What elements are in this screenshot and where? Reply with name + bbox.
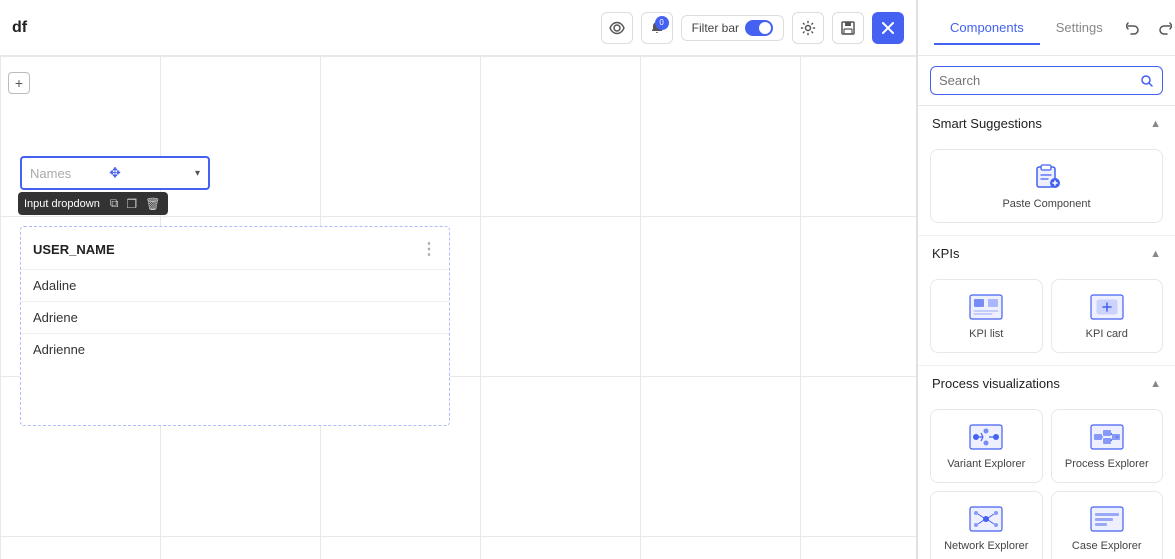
notification-badge: 0	[655, 16, 669, 30]
kpi-list-label: KPI list	[969, 328, 1003, 340]
network-explorer-icon	[968, 504, 1004, 534]
network-explorer-label: Network Explorer	[944, 540, 1028, 552]
add-component-button[interactable]: +	[8, 72, 30, 94]
case-explorer-label: Case Explorer	[1072, 540, 1142, 552]
dropdown-component: ✥ Names ▾ Input dropdown ⧉ ❐ 🗑	[20, 156, 210, 190]
toolbar-copy-icon[interactable]: ⧉	[108, 194, 121, 213]
kpi-card-label: KPI card	[1086, 328, 1128, 340]
panel-redo-button[interactable]	[1151, 14, 1175, 42]
move-cursor-icon: ✥	[109, 165, 121, 182]
process-viz-label: Process visualizations	[932, 376, 1060, 391]
network-explorer-card[interactable]: Network Explorer	[930, 491, 1043, 559]
process-viz-grid: Variant Explorer	[930, 409, 1163, 559]
kpi-list-card[interactable]: KPI list	[930, 279, 1043, 353]
variant-explorer-card[interactable]: Variant Explorer	[930, 409, 1043, 483]
column-header: USER_NAME	[33, 242, 115, 257]
close-button[interactable]	[872, 12, 904, 44]
canvas-title: df	[12, 19, 27, 37]
toolbar-component-label: Input dropdown	[24, 198, 100, 210]
variant-explorer-label: Variant Explorer	[947, 458, 1025, 470]
dropdown-toolbar: Input dropdown ⧉ ❐ 🗑	[18, 192, 168, 215]
right-panel: Components Settings	[917, 0, 1175, 559]
kpis-grid: KPI list KPI card	[930, 279, 1163, 353]
data-table-header: USER_NAME ⋮	[21, 239, 449, 269]
smart-suggestions-label: Smart Suggestions	[932, 116, 1042, 131]
case-explorer-card[interactable]: Case Explorer	[1051, 491, 1164, 559]
settings-button[interactable]	[792, 12, 824, 44]
section-process-viz: Process visualizations ▲	[918, 366, 1175, 559]
process-explorer-icon	[1089, 422, 1125, 452]
variant-explorer-icon	[968, 422, 1004, 452]
table-row: Adriene	[21, 301, 449, 333]
kpis-content: KPI list KPI card	[918, 271, 1175, 365]
kpi-card-icon	[1089, 292, 1125, 322]
chevron-up-icon: ▲	[1150, 248, 1161, 260]
search-container	[918, 56, 1175, 106]
smart-suggestions-header[interactable]: Smart Suggestions ▲	[918, 106, 1175, 141]
search-icon	[1140, 74, 1154, 88]
panel-tabs: Components Settings	[934, 12, 1119, 44]
smart-suggestions-grid: Paste Component	[930, 149, 1163, 223]
table-row: Adaline	[21, 269, 449, 301]
tab-components[interactable]: Components	[934, 12, 1040, 45]
process-explorer-label: Process Explorer	[1065, 458, 1149, 470]
kpis-label: KPIs	[932, 246, 959, 261]
canvas-content: + ✥ Names ▾ Input dropdown ⧉ ❐ 🗑 USER_NA…	[0, 56, 916, 559]
search-input[interactable]	[939, 73, 1134, 88]
process-viz-content: Variant Explorer	[918, 401, 1175, 559]
data-table: USER_NAME ⋮ Adaline Adriene Adrienne	[20, 226, 450, 426]
process-explorer-card[interactable]: Process Explorer	[1051, 409, 1164, 483]
panel-undo-button[interactable]	[1119, 14, 1147, 42]
more-options-icon[interactable]: ⋮	[421, 239, 437, 259]
smart-suggestions-content: Paste Component	[918, 141, 1175, 235]
case-explorer-icon	[1089, 504, 1125, 534]
panel-header: Components Settings	[918, 0, 1175, 56]
kpi-card-card[interactable]: KPI card	[1051, 279, 1164, 353]
toolbar-delete-icon[interactable]: 🗑	[143, 195, 162, 213]
filter-bar-switch[interactable]	[745, 20, 773, 36]
section-kpis: KPIs ▲ KPI list	[918, 236, 1175, 366]
toolbar-duplicate-icon[interactable]: ❐	[124, 195, 139, 213]
dropdown-arrow-icon: ▾	[195, 168, 200, 179]
kpi-list-icon	[968, 292, 1004, 322]
paste-component-label: Paste Component	[1002, 198, 1090, 210]
panel-scroll: Smart Suggestions ▲	[918, 106, 1175, 559]
kpis-header[interactable]: KPIs ▲	[918, 236, 1175, 271]
paste-component-icon	[1029, 162, 1065, 192]
tab-settings[interactable]: Settings	[1040, 12, 1119, 45]
section-smart-suggestions: Smart Suggestions ▲	[918, 106, 1175, 236]
notification-button[interactable]: 0	[641, 12, 673, 44]
canvas-topbar: df 0 Filter bar	[0, 0, 916, 56]
dropdown-widget[interactable]: ✥ Names ▾	[20, 156, 210, 190]
table-row: Adrienne	[21, 333, 449, 365]
filter-bar-label: Filter bar	[692, 21, 739, 35]
save-button[interactable]	[832, 12, 864, 44]
paste-component-card[interactable]: Paste Component	[930, 149, 1163, 223]
chevron-up-icon: ▲	[1150, 118, 1161, 130]
search-box	[930, 66, 1163, 95]
filter-bar-toggle[interactable]: Filter bar	[681, 15, 784, 41]
visibility-button[interactable]	[601, 12, 633, 44]
process-viz-header[interactable]: Process visualizations ▲	[918, 366, 1175, 401]
chevron-up-icon: ▲	[1150, 378, 1161, 390]
